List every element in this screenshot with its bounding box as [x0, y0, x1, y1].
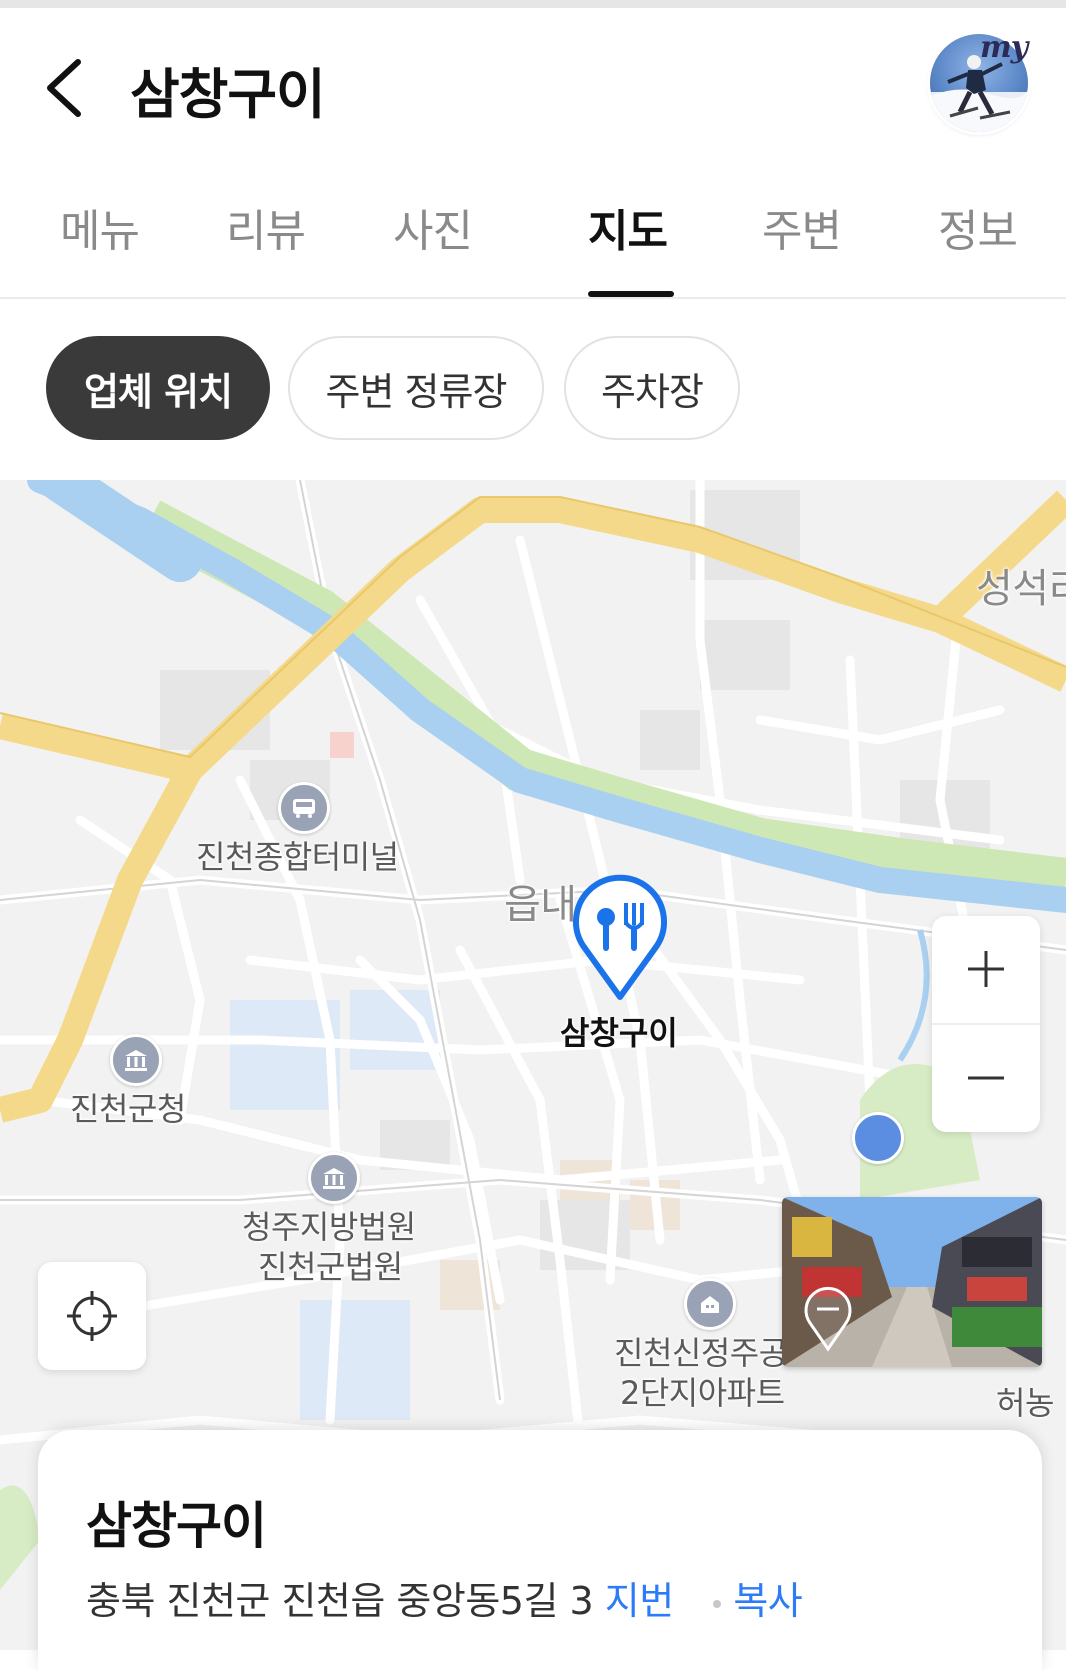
label-terminal: 진천종합터미널	[196, 838, 399, 876]
label-area-top-right: 성석리	[976, 566, 1066, 612]
tab-menu[interactable]: 메뉴	[60, 195, 140, 259]
label-court-line2: 진천군법원	[258, 1248, 403, 1286]
restaurant-marker[interactable]	[570, 873, 670, 1003]
chevron-left-icon	[47, 59, 81, 117]
tab-reviews[interactable]: 리뷰	[226, 195, 306, 259]
crosshair-icon	[67, 1291, 117, 1341]
my-badge: my	[980, 30, 1028, 65]
place-address-row: 충북 진천군 진천읍 중앙동5길 3 지번 복사	[86, 1570, 803, 1625]
fork-knife-icon	[573, 874, 667, 1000]
active-tab-indicator	[588, 291, 674, 297]
tab-photos[interactable]: 사진	[393, 195, 473, 259]
page-title: 삼창구이	[130, 63, 326, 126]
roadview-thumbnail[interactable]	[782, 1197, 1042, 1367]
court-building-icon[interactable]	[308, 1152, 360, 1204]
header: 삼창구이 my	[0, 8, 1066, 158]
tab-nearby[interactable]: 주변	[762, 195, 842, 259]
minus-icon	[968, 1076, 1004, 1080]
zoom-in-button[interactable]	[932, 916, 1040, 1022]
apartment-icon[interactable]	[684, 1278, 736, 1330]
zoom-control	[932, 916, 1040, 1132]
roadview-pin-icon	[804, 1286, 852, 1352]
label-town: 읍내	[504, 882, 577, 928]
place-name: 삼창구이	[86, 1497, 267, 1555]
tab-map[interactable]: 지도	[588, 195, 668, 259]
status-divider	[0, 0, 1066, 8]
bus-terminal-icon[interactable]	[278, 782, 330, 834]
separator-dot	[713, 1599, 722, 1608]
tab-info[interactable]: 정보	[938, 195, 1018, 259]
label-apartment-line2: 2단지아파트	[620, 1374, 785, 1412]
label-county-office: 진천군청	[70, 1090, 186, 1128]
chip-business-location[interactable]: 업체 위치	[46, 336, 270, 440]
chip-parking[interactable]: 주차장	[564, 336, 740, 440]
government-building-icon[interactable]	[110, 1034, 162, 1086]
chip-nearby-stops[interactable]: 주변 정류장	[288, 336, 544, 440]
label-area-bottom-right: 허농	[996, 1384, 1054, 1422]
plus-icon	[968, 951, 1004, 987]
marker-label: 삼창구이	[560, 1014, 678, 1052]
current-location-button[interactable]	[38, 1262, 146, 1370]
cctv-marker-icon[interactable]	[852, 1112, 904, 1164]
place-address: 충북 진천군 진천읍 중앙동5길 3	[86, 1579, 594, 1623]
lot-number-link[interactable]: 지번	[605, 1579, 674, 1623]
tab-bar: 메뉴 리뷰 사진 지도 주변 정보	[0, 185, 1066, 299]
copy-link[interactable]: 복사	[733, 1579, 802, 1623]
back-button[interactable]	[38, 52, 98, 124]
zoom-out-button[interactable]	[932, 1025, 1040, 1131]
place-card[interactable]: 삼창구이 충북 진천군 진천읍 중앙동5길 3 지번 복사	[38, 1430, 1042, 1670]
